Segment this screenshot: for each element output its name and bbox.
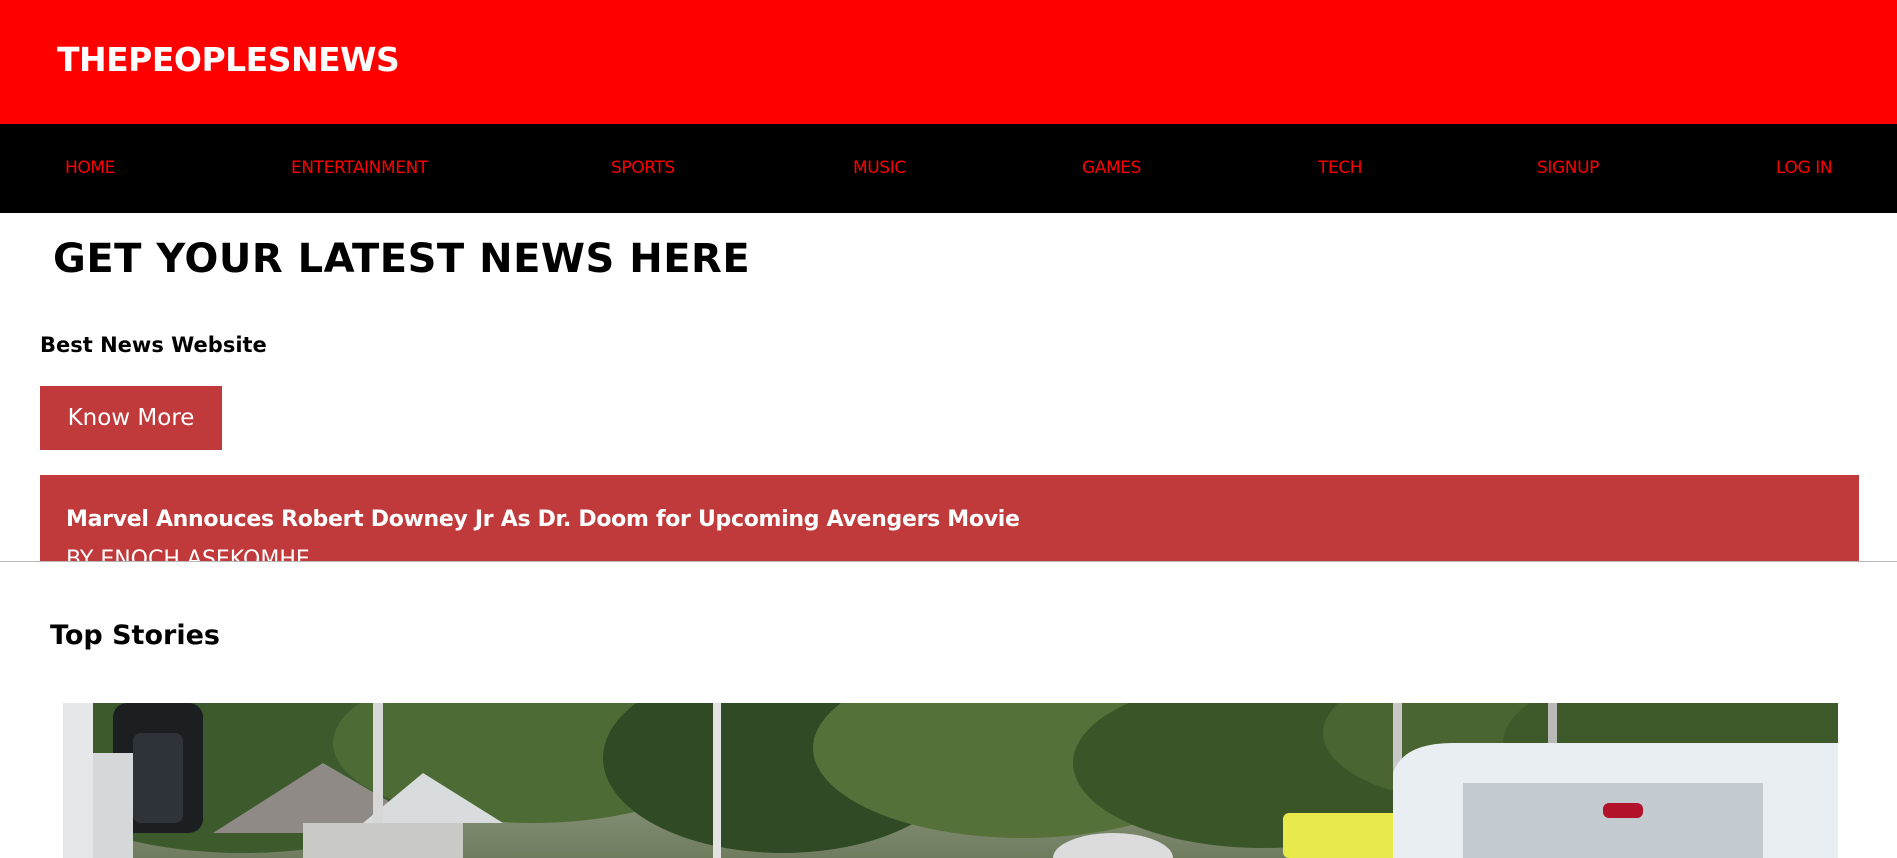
site-logo[interactable]: THEPEOPLESNEWS: [57, 40, 400, 79]
featured-headline[interactable]: Marvel Annouces Robert Downey Jr As Dr. …: [40, 475, 1859, 561]
headline-title[interactable]: Marvel Annouces Robert Downey Jr As Dr. …: [66, 507, 1020, 532]
top-stories-heading: Top Stories: [50, 620, 220, 651]
hero-title: GET YOUR LATEST NEWS HERE: [53, 236, 751, 282]
headline-author: BY ENOCH ASEKOMHE: [66, 547, 310, 561]
top-story-image[interactable]: [63, 703, 1838, 858]
nav-music[interactable]: MUSIC: [853, 158, 906, 178]
nav-games[interactable]: GAMES: [1082, 158, 1141, 178]
nav-home[interactable]: HOME: [65, 158, 115, 178]
section-divider: [0, 561, 1897, 562]
know-more-button[interactable]: Know More: [40, 386, 222, 450]
nav-entertainment[interactable]: ENTERTAINMENT: [291, 158, 428, 178]
nav-tech[interactable]: TECH: [1318, 158, 1363, 178]
nav-login[interactable]: LOG IN: [1776, 158, 1833, 178]
site-header: THEPEOPLESNEWS: [0, 0, 1897, 124]
street-scene-photo: [63, 703, 1838, 858]
nav-signup[interactable]: SIGNUP: [1537, 158, 1599, 178]
hero-subtitle: Best News Website: [40, 333, 267, 357]
nav-sports[interactable]: SPORTS: [611, 158, 675, 178]
main-nav: HOME ENTERTAINMENT SPORTS MUSIC GAMES TE…: [0, 124, 1897, 213]
